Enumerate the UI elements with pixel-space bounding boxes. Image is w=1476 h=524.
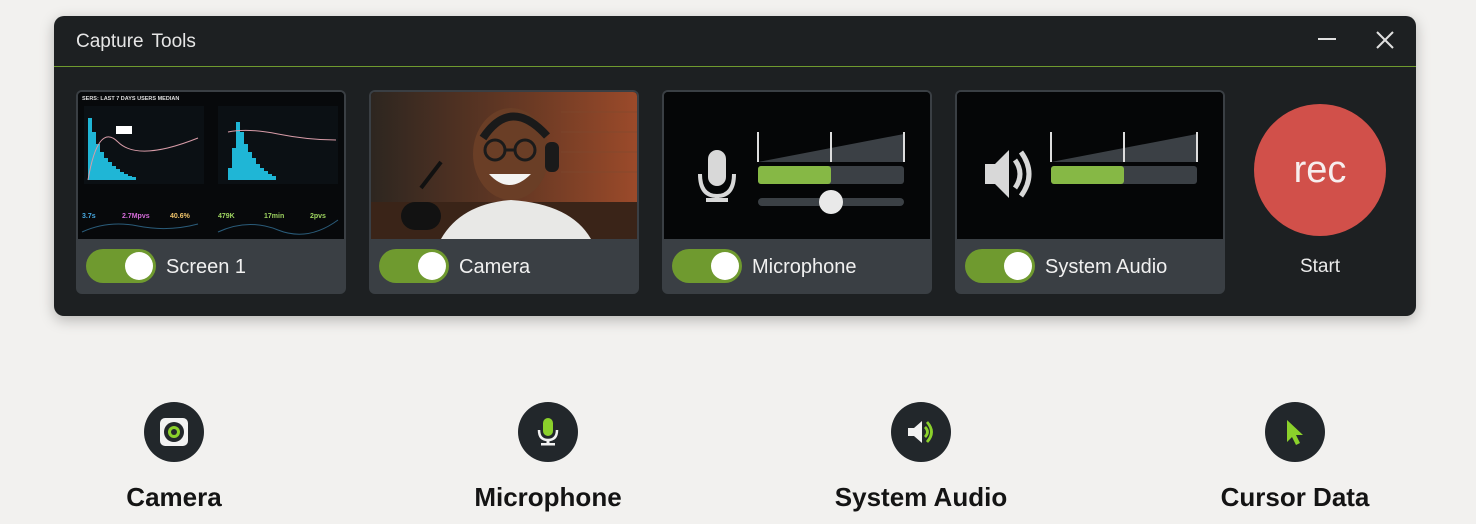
- feature-microphone-label: Microphone: [474, 482, 622, 512]
- screen-card[interactable]: SERS: LAST 7 DAYS USERS MEDIAN 3.7s 2.7M…: [76, 90, 346, 294]
- camera-card[interactable]: Camera: [369, 90, 639, 294]
- start-label: Start: [1299, 256, 1341, 277]
- screen-label: Screen 1: [166, 256, 247, 278]
- system-audio-label: System Audio: [1045, 256, 1168, 278]
- system-audio-preview: [957, 92, 1223, 239]
- preview-header: SERS: LAST 7 DAYS USERS MEDIAN: [82, 96, 179, 102]
- rec-button[interactable]: rec: [1254, 104, 1386, 236]
- microphone-icon: [518, 402, 578, 462]
- feature-system-audio: System Audio: [771, 402, 1071, 513]
- capture-tools-window: Capture Tools SERS: LAST 7 DAYS USERS ME…: [54, 16, 1416, 316]
- system-audio-toggle[interactable]: [965, 249, 1035, 283]
- feature-system-audio-label: System Audio: [834, 482, 1008, 512]
- camera-icon: [144, 402, 204, 462]
- title-bar[interactable]: Capture Tools: [54, 16, 1416, 67]
- screen-preview: SERS: LAST 7 DAYS USERS MEDIAN 3.7s 2.7M…: [78, 92, 344, 239]
- rec-button-text: rec: [1293, 148, 1347, 191]
- microphone-card[interactable]: Microphone: [662, 90, 932, 294]
- stat-6: 2pvs: [310, 213, 326, 220]
- feature-camera: Camera: [24, 402, 324, 513]
- speaker-icon: [891, 402, 951, 462]
- microphone-preview: [664, 92, 930, 239]
- stat-3: 40.6%: [170, 213, 191, 220]
- feature-cursor-data: Cursor Data: [1145, 402, 1445, 513]
- system-audio-card[interactable]: System Audio: [955, 90, 1225, 294]
- camera-toggle[interactable]: [379, 249, 449, 283]
- stat-4: 479K: [218, 213, 235, 220]
- stat-2: 2.7Mpvs: [122, 213, 150, 220]
- feature-cursor-data-label: Cursor Data: [1220, 482, 1370, 512]
- screen-toggle[interactable]: [86, 249, 156, 283]
- feature-microphone: Microphone: [398, 402, 698, 513]
- minimize-icon[interactable]: [1313, 27, 1341, 55]
- cursor-icon: [1265, 402, 1325, 462]
- window-title: Capture Tools: [76, 31, 196, 52]
- close-icon[interactable]: [1371, 27, 1399, 55]
- microphone-label: Microphone: [752, 256, 857, 278]
- feature-camera-label: Camera: [126, 482, 222, 512]
- camera-label: Camera: [459, 256, 531, 278]
- microphone-toggle[interactable]: [672, 249, 742, 283]
- microphone-volume-slider: [819, 190, 843, 214]
- stat-5: 17min: [264, 213, 284, 220]
- stat-1: 3.7s: [82, 213, 96, 220]
- camera-preview: [371, 92, 637, 239]
